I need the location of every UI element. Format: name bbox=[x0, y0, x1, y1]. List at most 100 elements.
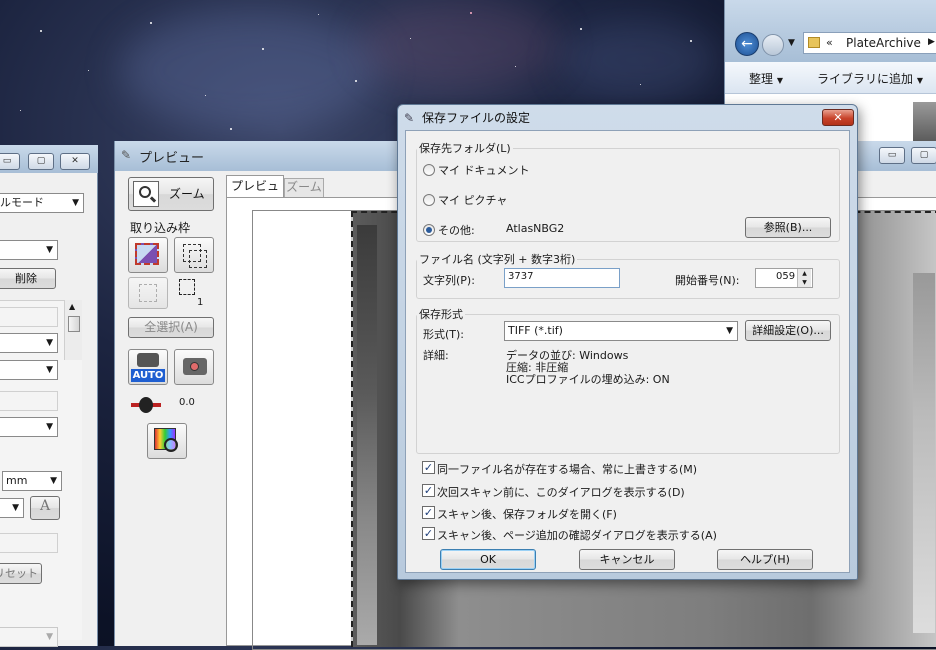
forward-button[interactable] bbox=[762, 34, 784, 56]
start-number-label: 開始番号(N): bbox=[675, 274, 740, 287]
marquee-label: 取り込み枠 bbox=[130, 221, 191, 235]
setting-select-4[interactable]: ▼ bbox=[0, 417, 58, 437]
minimize-button[interactable]: ▭ bbox=[0, 153, 20, 170]
breadcrumb[interactable]: PlateArchive bbox=[846, 36, 921, 50]
overwrite-checkbox-label[interactable]: 同一ファイル名が存在する場合、常に上書きする(M) bbox=[437, 461, 697, 477]
radio-other[interactable] bbox=[423, 224, 435, 236]
organize-menu[interactable]: 整理 ▼ bbox=[749, 70, 783, 87]
cancel-button[interactable]: キャンセル bbox=[579, 549, 675, 570]
unit-select[interactable]: mm ▼ bbox=[2, 471, 62, 491]
dialog-body: 保存先フォルダ(L) マイ ドキュメント マイ ピクチャ その他: AtlasN… bbox=[405, 130, 850, 573]
preview-minimize-button[interactable]: ▭ bbox=[879, 147, 905, 164]
dialog-close-button[interactable]: ✕ bbox=[822, 109, 854, 126]
exposure-value: 0.0 bbox=[179, 397, 195, 408]
save-settings-dialog: ✎ 保存ファイルの設定 ✕ 保存先フォルダ(L) マイ ドキュメント マイ ピク… bbox=[397, 104, 858, 580]
vertical-scrollbar[interactable]: ▲ bbox=[64, 300, 82, 360]
breadcrumb-overflow[interactable]: « bbox=[826, 36, 833, 49]
setting-select-2[interactable]: ▼ bbox=[0, 333, 58, 353]
address-bar[interactable]: « PlateArchive ▶ bbox=[803, 32, 936, 54]
explorer-address-area: ← ▼ « PlateArchive ▶ bbox=[725, 0, 936, 62]
text-icon: A bbox=[39, 498, 51, 514]
radio-my-pictures[interactable] bbox=[423, 194, 435, 206]
browse-button[interactable]: 参照(B)... bbox=[745, 217, 831, 238]
explorer-toolbar: 整理 ▼ ライブラリに追加 ▼ bbox=[725, 62, 936, 94]
chevron-down-icon: ▼ bbox=[50, 476, 57, 486]
history-dropdown-icon[interactable]: ▼ bbox=[788, 38, 795, 48]
format-select[interactable]: TIFF (*.tif) ▼ bbox=[504, 321, 738, 341]
prefix-input[interactable]: 3737 bbox=[504, 268, 620, 288]
setting-field-2[interactable] bbox=[0, 391, 58, 411]
color-palette-button[interactable] bbox=[147, 423, 187, 459]
settings-titlebar: ▭ ▢ ✕ bbox=[0, 145, 98, 173]
add-page-checkbox[interactable]: ✓ bbox=[422, 527, 435, 540]
chevron-down-icon: ▼ bbox=[46, 338, 53, 348]
format-options-button[interactable]: 詳細設定(O)... bbox=[745, 320, 831, 341]
show-dialog-checkbox[interactable]: ✓ bbox=[422, 484, 435, 497]
camera-icon bbox=[137, 353, 159, 367]
back-button[interactable]: ← bbox=[735, 32, 759, 56]
radio-my-pictures-label[interactable]: マイ ピクチャ bbox=[438, 192, 507, 208]
details-label: 詳細: bbox=[423, 349, 449, 362]
reset-button[interactable]: リセット bbox=[0, 563, 42, 584]
zoom-button[interactable]: ズーム bbox=[128, 177, 214, 211]
text-button[interactable]: A bbox=[30, 496, 60, 520]
marquee-count: 1 bbox=[197, 297, 204, 308]
folder-group-title: 保存先フォルダ(L) bbox=[417, 140, 513, 156]
setting-select[interactable]: ▼ bbox=[0, 240, 58, 260]
mode-select[interactable]: ルモード ▼ bbox=[0, 193, 84, 213]
chevron-down-icon: ▼ bbox=[916, 76, 923, 85]
auto-label: AUTO bbox=[131, 369, 165, 382]
preview-title: プレビュー bbox=[139, 151, 205, 166]
auto-locate-icon bbox=[135, 243, 159, 265]
show-dialog-checkbox-label[interactable]: 次回スキャン前に、このダイアログを表示する(D) bbox=[437, 484, 685, 500]
auto-exposure-button[interactable]: AUTO bbox=[128, 349, 168, 385]
camera-adjust-icon bbox=[183, 358, 207, 375]
chevron-right-icon[interactable]: ▶ bbox=[928, 37, 935, 47]
tab-zoom[interactable]: ズーム bbox=[284, 178, 324, 197]
help-button[interactable]: ヘルプ(H) bbox=[717, 549, 813, 570]
chevron-down-icon: ▼ bbox=[46, 422, 53, 432]
delete-button[interactable]: 削除 bbox=[0, 268, 56, 289]
delete-marquee-button[interactable] bbox=[128, 277, 168, 309]
prefix-label: 文字列(P): bbox=[423, 274, 475, 287]
chevron-down-icon: ▼ bbox=[46, 365, 53, 375]
close-icon: ✕ bbox=[833, 111, 843, 124]
duplicate-marquee-button[interactable] bbox=[174, 237, 214, 273]
chevron-down-icon: ▼ bbox=[46, 632, 53, 642]
exposure-slider-icon[interactable] bbox=[131, 397, 161, 413]
radio-my-documents[interactable] bbox=[423, 164, 435, 176]
setting-select-3[interactable]: ▼ bbox=[0, 360, 58, 380]
radio-my-documents-label[interactable]: マイ ドキュメント bbox=[438, 162, 530, 178]
setting-select-6[interactable]: ▼ bbox=[0, 627, 58, 647]
radio-other-label[interactable]: その他: bbox=[438, 222, 475, 238]
chevron-down-icon: ▼ bbox=[72, 198, 79, 208]
open-folder-checkbox-label[interactable]: スキャン後、保存フォルダを開く(F) bbox=[437, 506, 617, 522]
setting-field-1[interactable] bbox=[0, 307, 58, 327]
add-page-checkbox-label[interactable]: スキャン後、ページ追加の確認ダイアログを表示する(A) bbox=[437, 527, 717, 543]
stepper-up-icon[interactable]: ▲ bbox=[797, 269, 811, 278]
select-all-button[interactable]: 全選択(A) bbox=[128, 317, 214, 338]
preview-maximize-button[interactable]: ▢ bbox=[911, 147, 936, 164]
back-arrow-icon: ← bbox=[741, 36, 753, 52]
setting-field-3[interactable] bbox=[0, 533, 58, 553]
image-adjust-button[interactable] bbox=[174, 349, 214, 385]
overwrite-checkbox[interactable]: ✓ bbox=[422, 461, 435, 474]
other-folder-path: AtlasNBG2 bbox=[506, 222, 565, 235]
start-number-stepper[interactable]: 059 ▲ ▼ bbox=[755, 268, 813, 288]
tab-preview[interactable]: プレビュー bbox=[226, 175, 284, 213]
close-button[interactable]: ✕ bbox=[60, 153, 90, 170]
open-folder-checkbox[interactable]: ✓ bbox=[422, 506, 435, 519]
stepper-down-icon[interactable]: ▼ bbox=[797, 278, 811, 287]
scanner-app-icon: ✎ bbox=[404, 111, 415, 125]
scanner-app-icon: ✎ bbox=[121, 148, 132, 162]
filename-group-title: ファイル名 (文字列 + 数字3桁) bbox=[417, 251, 578, 267]
add-to-library-menu[interactable]: ライブラリに追加 ▼ bbox=[817, 70, 923, 87]
scroll-up-icon: ▲ bbox=[69, 302, 76, 311]
folder-icon bbox=[808, 37, 820, 48]
marquee-count-icon bbox=[179, 279, 195, 295]
maximize-button[interactable]: ▢ bbox=[28, 153, 54, 170]
format-group-title: 保存形式 bbox=[417, 306, 465, 322]
ok-button[interactable]: OK bbox=[440, 549, 536, 570]
auto-locate-button[interactable] bbox=[128, 237, 168, 273]
setting-select-5[interactable]: ▼ bbox=[0, 498, 24, 518]
